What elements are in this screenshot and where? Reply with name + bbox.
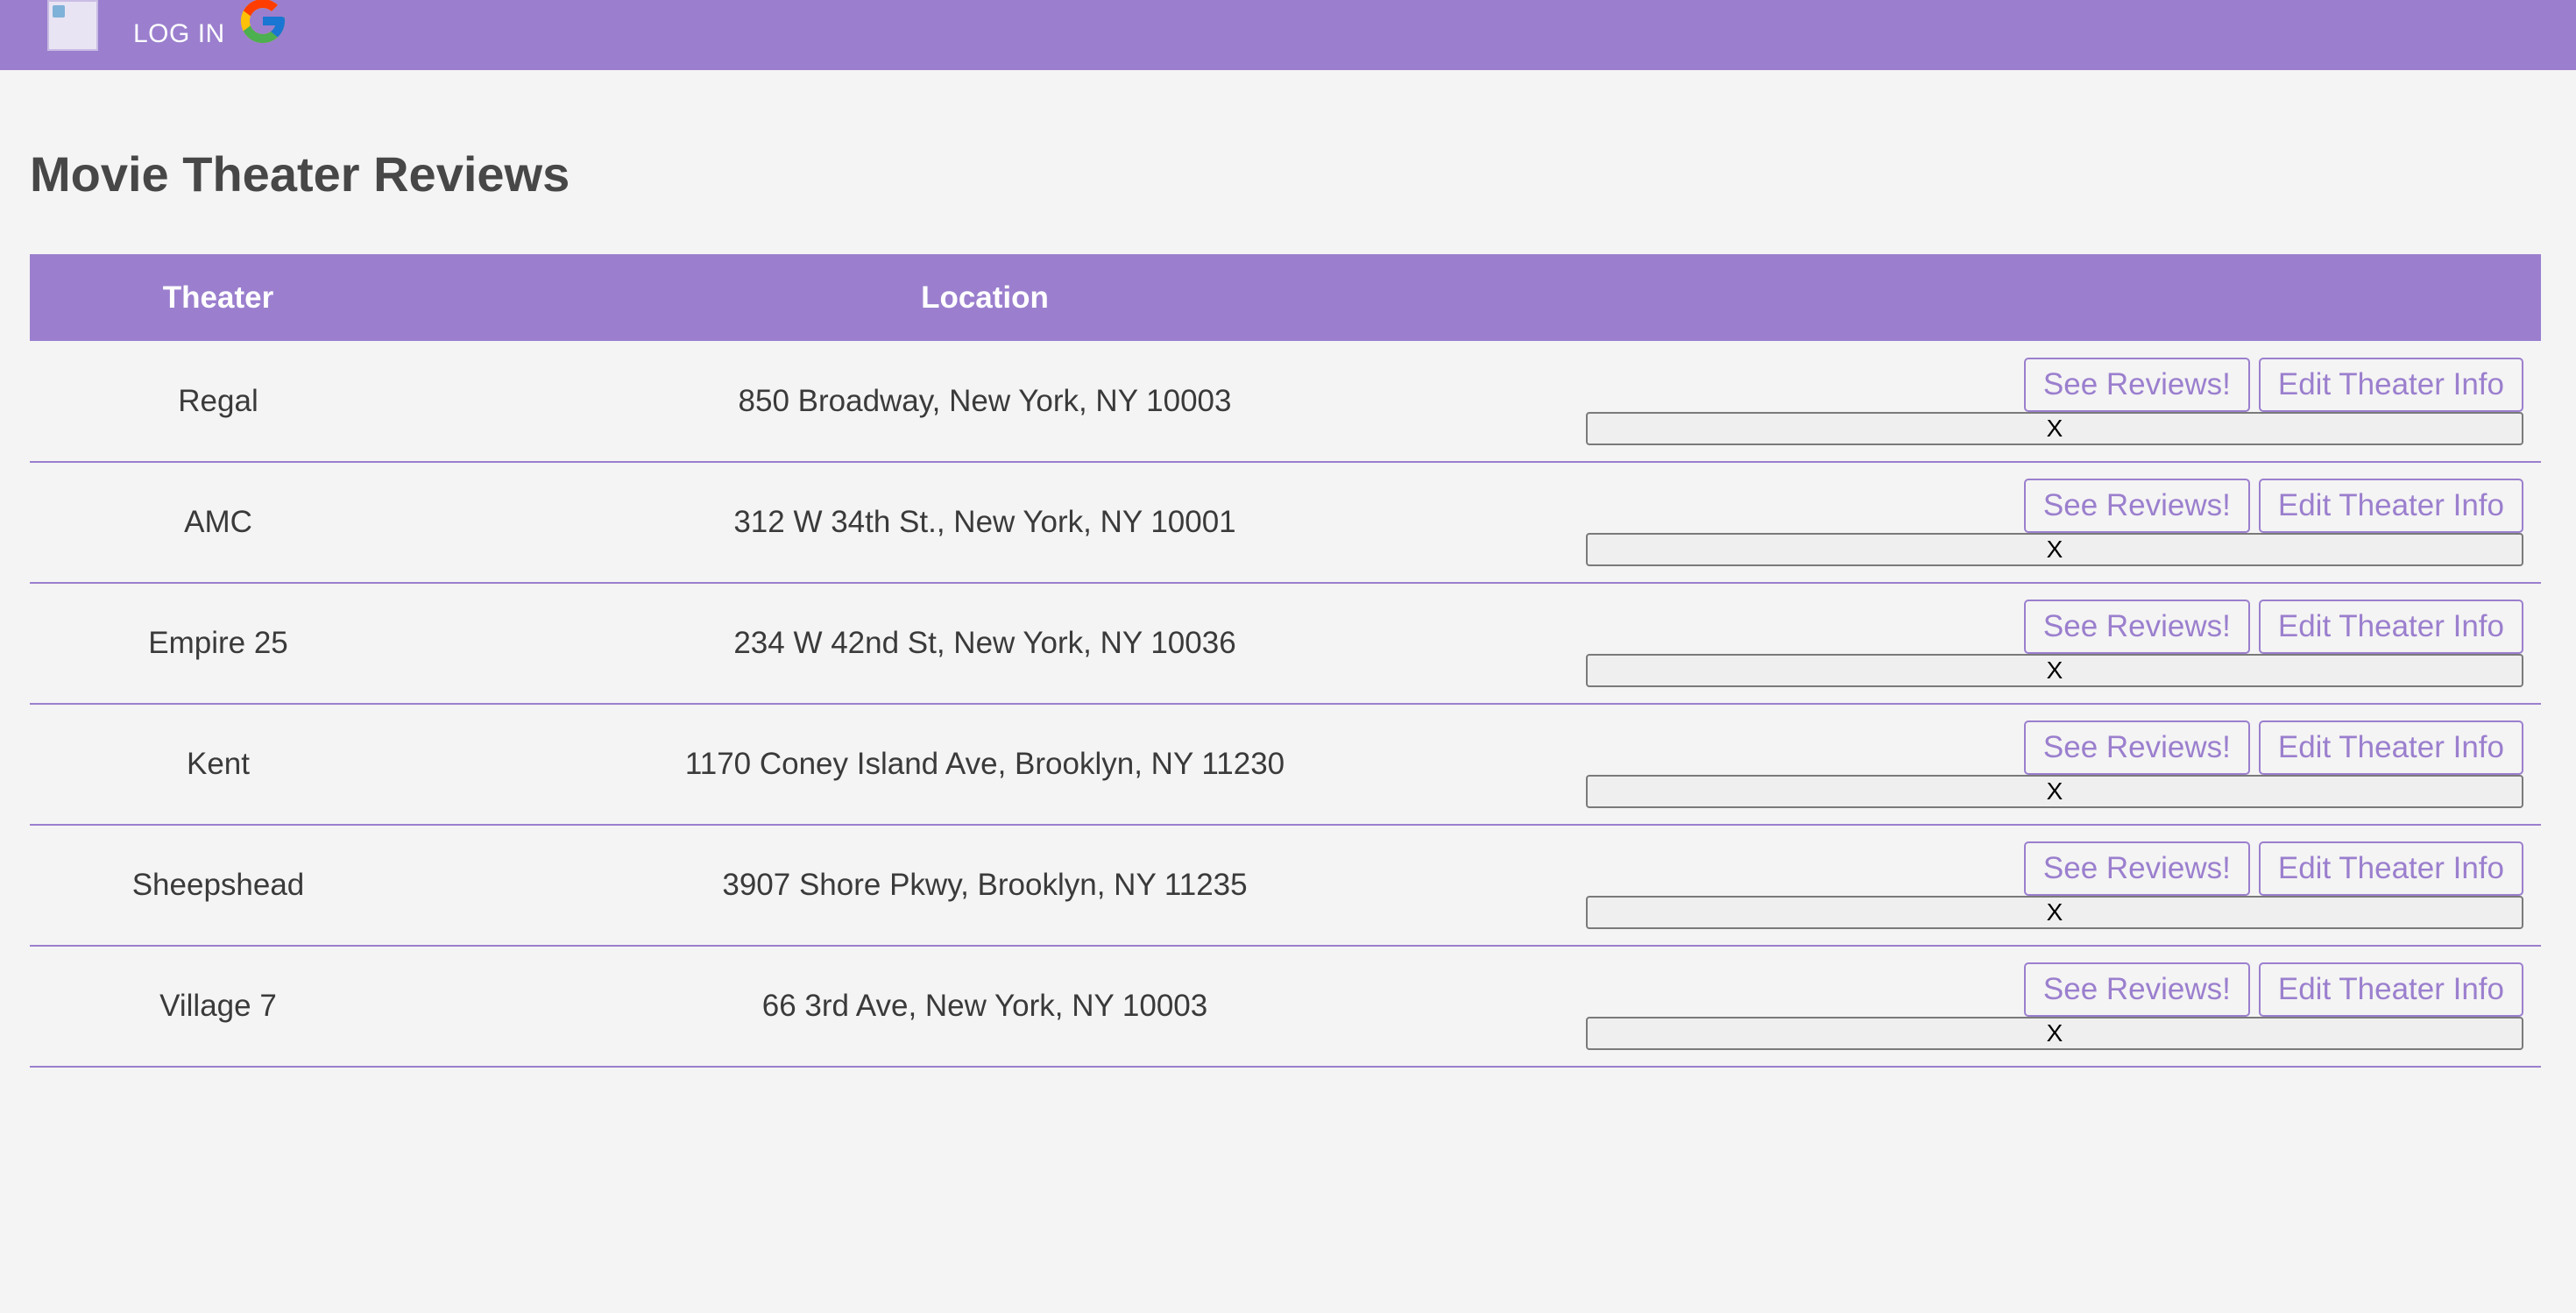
row-actions: See Reviews! Edit Theater Info X [1563,583,2541,704]
action-buttons: See Reviews! Edit Theater Info [1563,720,2523,775]
theater-name: Empire 25 [148,626,288,660]
delete-theater-button[interactable]: X [1586,654,2523,687]
row-actions: See Reviews! Edit Theater Info X [1563,946,2541,1067]
table-row: Empire 25 234 W 42nd St, New York, NY 10… [30,583,2541,704]
theater-name: Sheepshead [131,868,305,902]
theater-name: Village 7 [159,989,277,1023]
action-buttons: See Reviews! Edit Theater Info [1563,479,2523,533]
page-title: Movie Theater Reviews [30,146,570,202]
table-row: Regal 850 Broadway, New York, NY 10003 S… [30,341,2541,462]
table-row: AMC 312 W 34th St., New York, NY 10001 S… [30,462,2541,583]
edit-theater-info-button[interactable]: Edit Theater Info [2258,357,2523,412]
login-link[interactable]: LOG IN [133,19,225,49]
table-body: Regal 850 Broadway, New York, NY 10003 S… [30,341,2541,1067]
theater-location: 850 Broadway, New York, NY 10003 [738,383,1232,418]
row-actions: See Reviews! Edit Theater Info X [1563,704,2541,825]
delete-theater-button[interactable]: X [1586,896,2523,929]
row-actions: See Reviews! Edit Theater Info X [1563,825,2541,946]
edit-theater-info-button[interactable]: Edit Theater Info [2258,720,2523,775]
action-buttons: See Reviews! Edit Theater Info [1563,962,2523,1017]
delete-theater-button[interactable]: X [1586,1017,2523,1050]
table-header-row: Theater Location [30,254,2541,341]
delete-theater-button[interactable]: X [1586,533,2523,566]
table-header: Theater Location [30,254,2541,341]
see-reviews-button[interactable]: See Reviews! [2023,962,2250,1017]
delete-theater-button[interactable]: X [1586,775,2523,808]
table-row: Kent 1170 Coney Island Ave, Brooklyn, NY… [30,704,2541,825]
row-actions: See Reviews! Edit Theater Info X [1563,341,2541,462]
action-buttons: See Reviews! Edit Theater Info [1563,600,2523,654]
delete-theater-button[interactable]: X [1586,411,2523,445]
table-row: Village 7 66 3rd Ave, New York, NY 10003… [30,946,2541,1067]
theaters-table: Theater Location Regal 850 Broadway, New… [30,254,2541,1068]
theater-name: Regal [178,383,258,418]
theater-location: 3907 Shore Pkwy, Brooklyn, NY 11235 [722,868,1248,902]
theater-location: 312 W 34th St., New York, NY 10001 [733,505,1236,539]
theater-location: 234 W 42nd St, New York, NY 10036 [733,626,1236,660]
broken-image-icon [47,0,98,51]
theater-name: AMC [184,505,252,539]
theater-location: 1170 Coney Island Ave, Brooklyn, NY 1123… [684,747,1285,781]
image-placeholder-icon [53,5,65,18]
see-reviews-button[interactable]: See Reviews! [2023,357,2250,412]
google-g-icon[interactable] [237,0,289,47]
edit-theater-info-button[interactable]: Edit Theater Info [2258,841,2523,896]
action-buttons: See Reviews! Edit Theater Info [1563,841,2523,896]
theater-name: Kent [187,747,250,781]
edit-theater-info-button[interactable]: Edit Theater Info [2258,962,2523,1017]
theater-location: 66 3rd Ave, New York, NY 10003 [761,989,1208,1023]
see-reviews-button[interactable]: See Reviews! [2023,841,2250,896]
column-header-location: Location [921,280,1049,315]
see-reviews-button[interactable]: See Reviews! [2023,479,2250,533]
see-reviews-button[interactable]: See Reviews! [2023,600,2250,654]
row-actions: See Reviews! Edit Theater Info X [1563,462,2541,583]
table-row: Sheepshead 3907 Shore Pkwy, Brooklyn, NY… [30,825,2541,946]
column-header-actions [1563,254,2541,341]
edit-theater-info-button[interactable]: Edit Theater Info [2258,600,2523,654]
column-header-theater: Theater [162,280,274,315]
see-reviews-button[interactable]: See Reviews! [2023,720,2250,775]
action-buttons: See Reviews! Edit Theater Info [1563,357,2523,412]
edit-theater-info-button[interactable]: Edit Theater Info [2258,479,2523,533]
top-nav-bar: LOG IN [0,0,2576,70]
